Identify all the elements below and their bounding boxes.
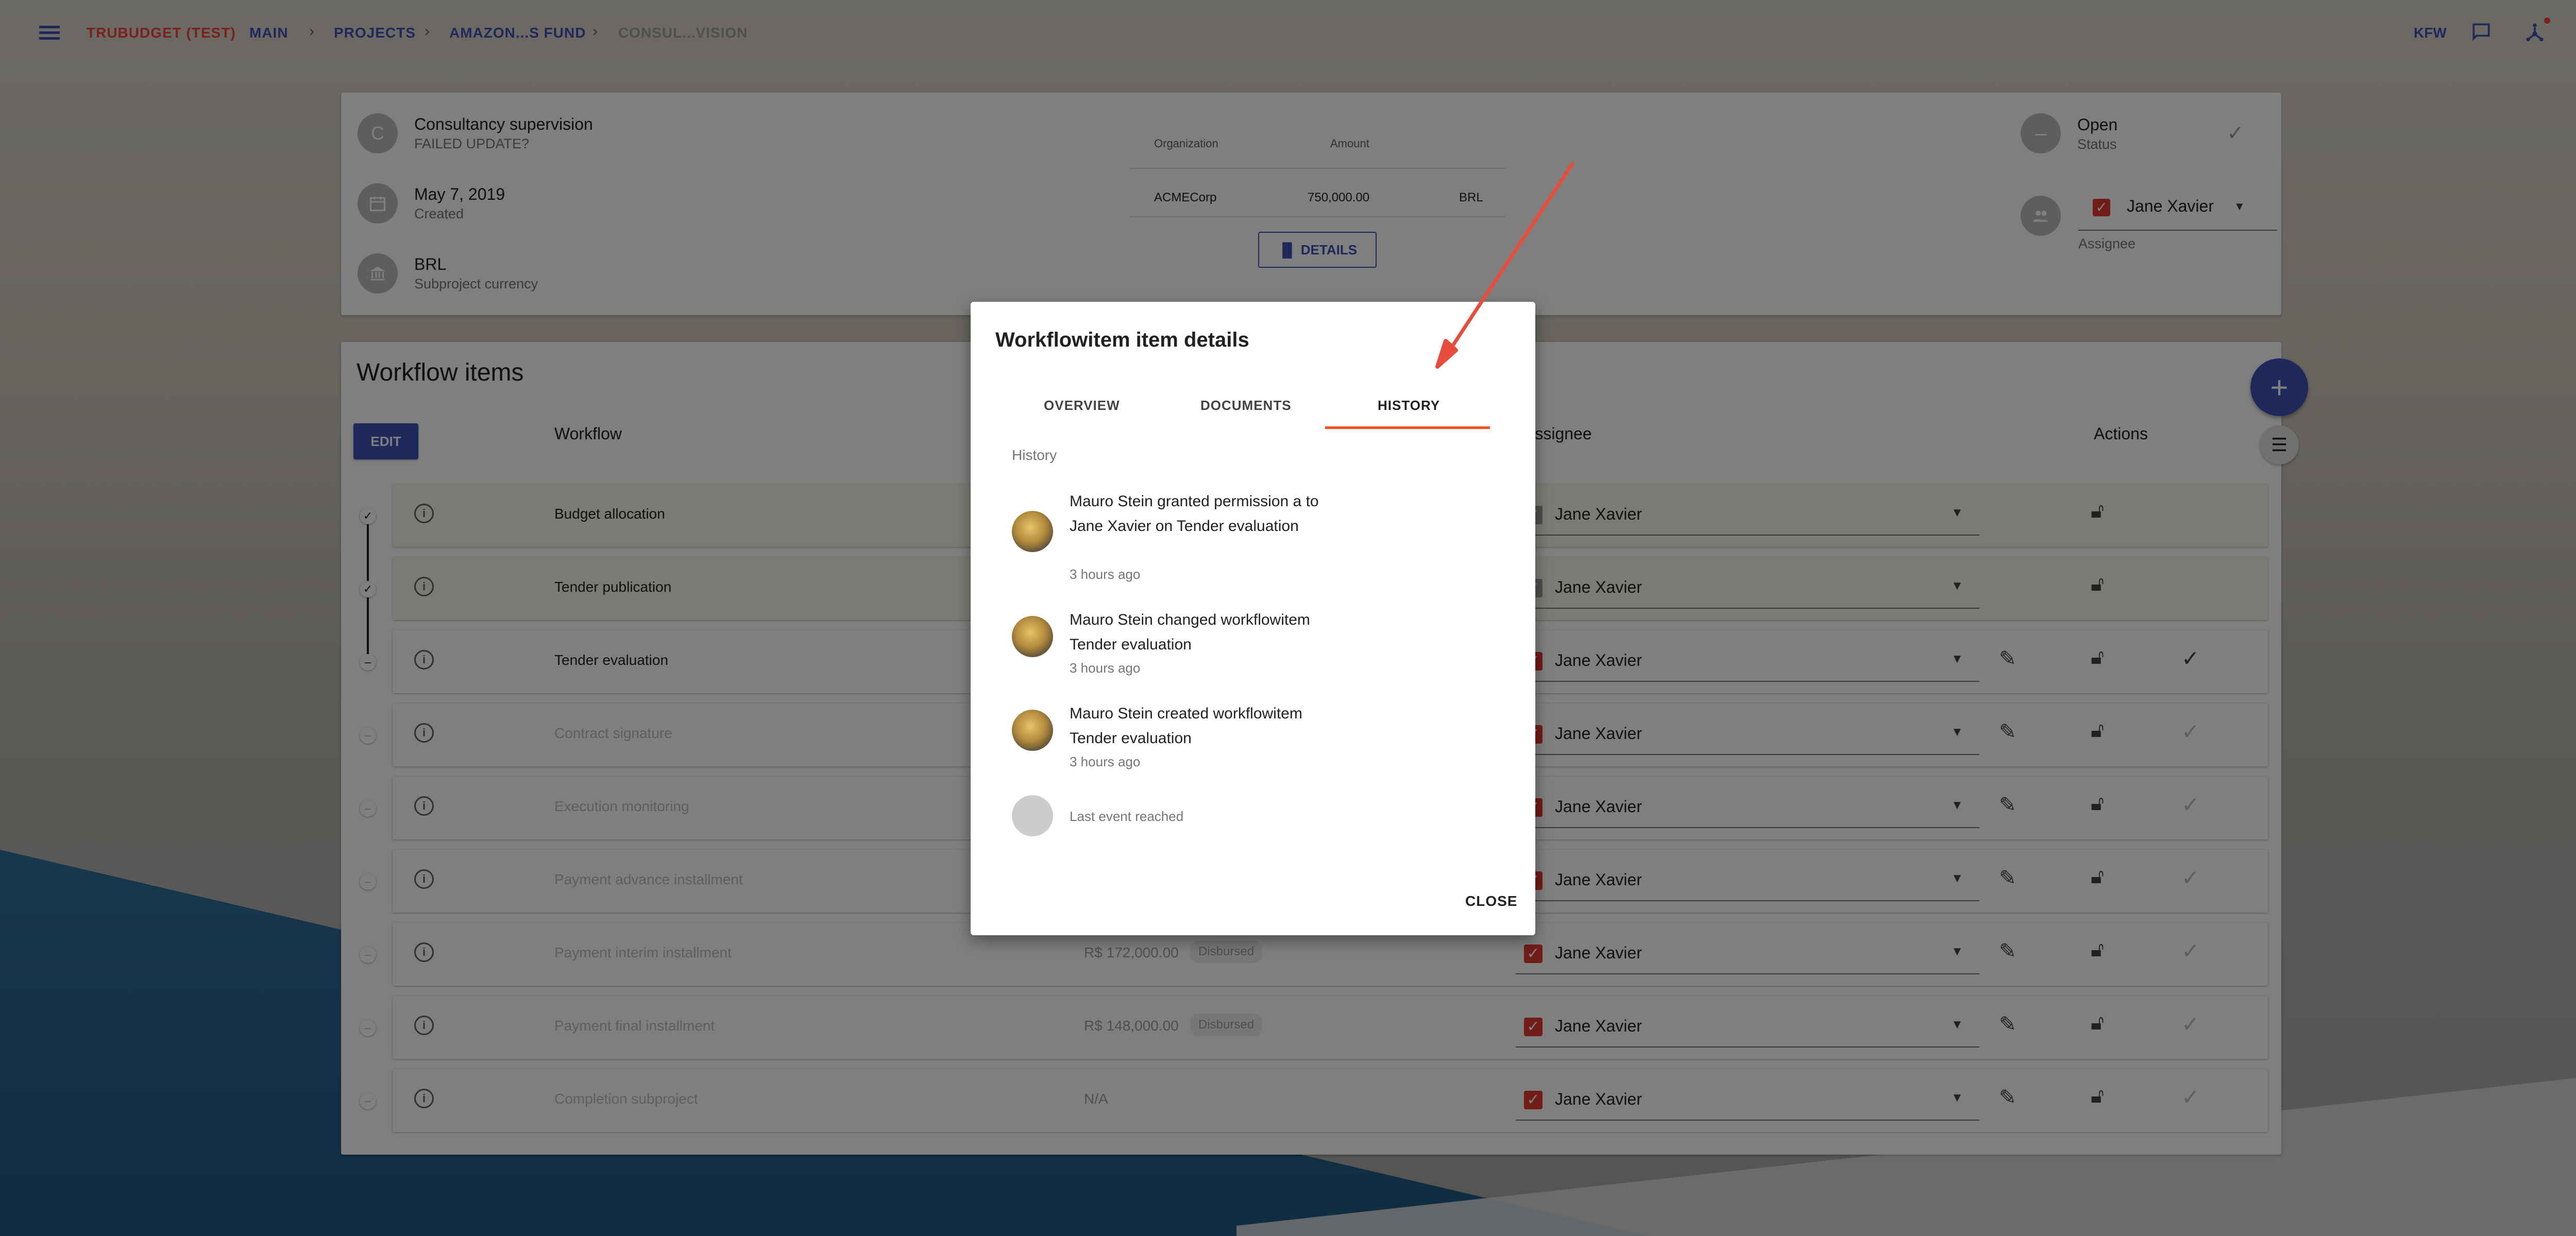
avatar bbox=[1012, 616, 1053, 657]
tab-documents[interactable]: DOCUMENTS bbox=[1200, 398, 1292, 414]
list-item: Mauro Stein created workflowitem Tender … bbox=[1012, 701, 1372, 769]
tab-overview[interactable]: OVERVIEW bbox=[1044, 398, 1120, 414]
last-event-text: Last event reached bbox=[1070, 809, 1184, 824]
history-event-time: 3 hours ago bbox=[1070, 566, 1141, 582]
history-event-text: Mauro Stein changed workflowitem Tender … bbox=[1070, 611, 1310, 653]
close-button[interactable]: CLOSE bbox=[1465, 893, 1517, 909]
avatar bbox=[1012, 710, 1053, 751]
avatar bbox=[1012, 511, 1053, 552]
list-item: Mauro Stein changed workflowitem Tender … bbox=[1012, 608, 1372, 676]
workflowitem-details-dialog: Workflowitem item details OVERVIEW DOCUM… bbox=[971, 302, 1535, 935]
history-event-text: Mauro Stein granted permission a to Jane… bbox=[1070, 493, 1319, 535]
history-event-time: 3 hours ago bbox=[1070, 660, 1141, 676]
active-tab-indicator bbox=[1325, 426, 1490, 429]
dialog-title: Workflowitem item details bbox=[995, 329, 1249, 351]
list-item: Mauro Stein granted permission a to Jane… bbox=[1012, 489, 1372, 582]
history-event-time: 3 hours ago bbox=[1070, 754, 1141, 769]
history-label: History bbox=[1012, 447, 1057, 463]
avatar bbox=[1012, 795, 1053, 836]
tab-history[interactable]: HISTORY bbox=[1378, 398, 1440, 414]
history-event-text: Mauro Stein created workflowitem Tender … bbox=[1070, 705, 1302, 747]
